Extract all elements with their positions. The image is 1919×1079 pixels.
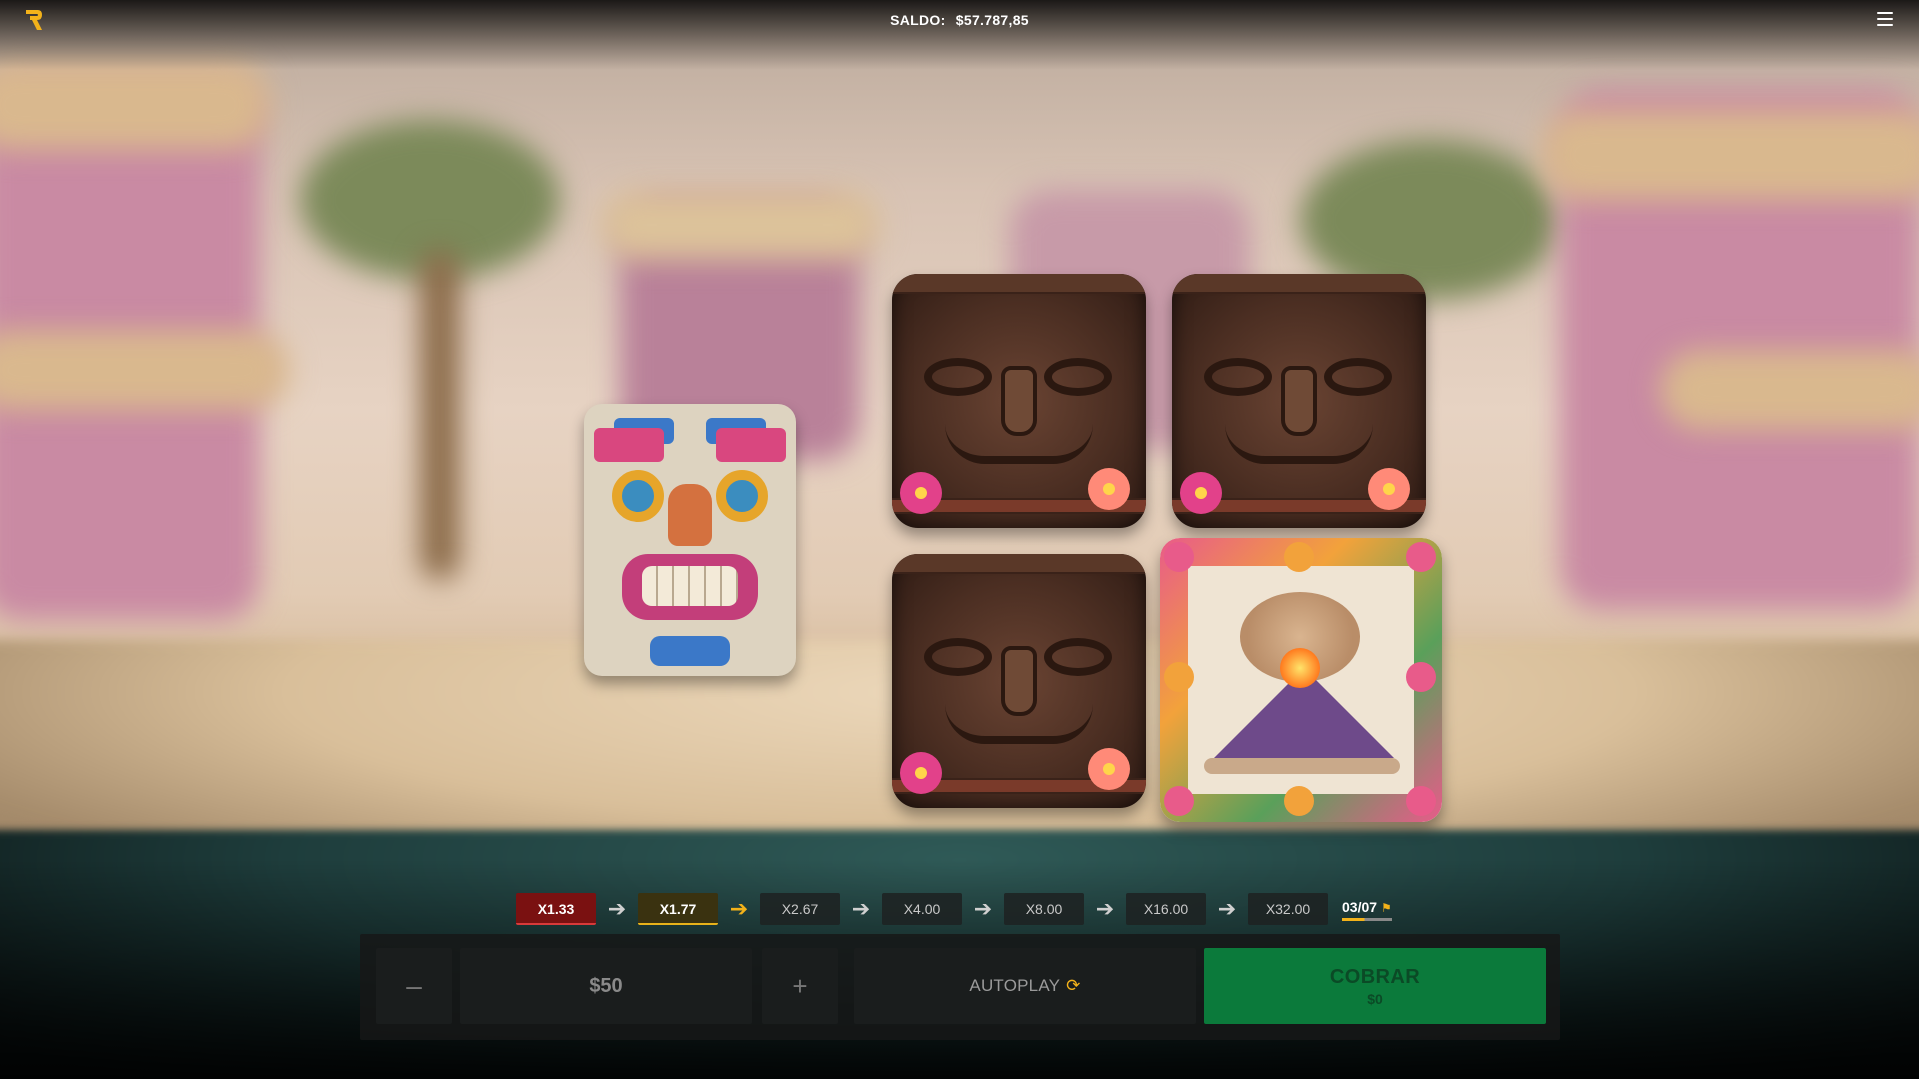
- level-progress: 03/07 ⚑: [1342, 899, 1392, 921]
- multiplier-ladder: X1.33 ➔ X1.77 ➔ X2.67 ➔ X4.00 ➔ X8.00 ➔ …: [516, 892, 1392, 926]
- arrow-right-icon: ➔: [607, 896, 627, 921]
- barrel-rim-top: [1172, 274, 1426, 294]
- hibiscus-flower-icon: [1368, 468, 1410, 510]
- barrel-mouth: [1225, 424, 1373, 464]
- tile-barrel-2[interactable]: [1172, 274, 1426, 528]
- arrow-right-icon: ➔: [973, 896, 993, 921]
- finish-flag-icon: ⚑: [1381, 901, 1392, 915]
- multiplier-step-6: X16.00: [1126, 893, 1206, 925]
- barrel-eye-left: [924, 638, 992, 676]
- barrel-mouth: [945, 424, 1093, 464]
- hibiscus-flower-icon: [1180, 472, 1222, 514]
- balance-label: SALDO:: [890, 12, 946, 28]
- volcano-base: [1204, 758, 1400, 774]
- barrel-rim-top: [892, 554, 1146, 574]
- hut-roof-left: [0, 60, 270, 150]
- balance-display: SALDO: $57.787,85: [0, 12, 1919, 28]
- multiplier-step-5: X8.00: [1004, 893, 1084, 925]
- tiki-brow-left: [594, 428, 664, 462]
- cashout-label: COBRAR: [1329, 965, 1421, 988]
- multiplier-step-7: X32.00: [1248, 893, 1328, 925]
- daisy-flower-icon: [1164, 542, 1194, 572]
- barrel-eye-right: [1044, 358, 1112, 396]
- hibiscus-flower-icon: [900, 752, 942, 794]
- tiki-teeth: [642, 566, 738, 606]
- hut-roof-right: [1540, 110, 1919, 200]
- barrel-mouth: [945, 704, 1093, 744]
- hibiscus-flower-icon: [1088, 468, 1130, 510]
- tiki-chin: [650, 636, 730, 666]
- multiplier-step-1: X1.33: [516, 893, 596, 925]
- daisy-flower-icon: [1406, 662, 1436, 692]
- arrow-right-icon: ➔: [851, 896, 871, 921]
- barrel-eye-left: [1204, 358, 1272, 396]
- volcano-fire: [1280, 648, 1320, 688]
- hut-roof-right-2: [1660, 350, 1919, 430]
- barrel-rim-top: [892, 274, 1146, 294]
- cashout-value: $0: [1367, 990, 1383, 1007]
- multiplier-step-2: X1.77: [638, 893, 718, 925]
- decrease-bet-button[interactable]: –: [376, 948, 452, 1024]
- tiki-eye-left: [612, 470, 664, 522]
- autoplay-label: AUTOPLAY: [969, 976, 1061, 995]
- daisy-flower-icon: [1284, 786, 1314, 816]
- barrel-eye-left: [924, 358, 992, 396]
- bet-amount-display: $50: [460, 948, 752, 1024]
- arrow-right-icon: ➔: [1217, 896, 1237, 921]
- tile-volcano[interactable]: [1160, 538, 1442, 822]
- cashout-button[interactable]: COBRAR $0: [1204, 948, 1546, 1024]
- autoplay-button[interactable]: AUTOPLAY ⟳: [854, 948, 1196, 1024]
- balance-value: $57.787,85: [955, 12, 1029, 28]
- bet-controls-panel: – $50 + AUTOPLAY ⟳ COBRAR $0: [360, 934, 1560, 1040]
- hamburger-menu-icon[interactable]: [1877, 12, 1893, 26]
- arrow-right-icon: ➔: [1095, 896, 1115, 921]
- hut-roof-center: [600, 190, 880, 260]
- tile-tiki-mask[interactable]: [584, 404, 796, 676]
- sync-icon: ⟳: [1066, 976, 1081, 995]
- daisy-flower-icon: [1406, 786, 1436, 816]
- tiki-nose: [668, 484, 712, 546]
- hut-roof-left-2: [0, 330, 290, 410]
- barrel-eye-right: [1044, 638, 1112, 676]
- multiplier-step-3: X2.67: [760, 893, 840, 925]
- hibiscus-flower-icon: [900, 472, 942, 514]
- tiki-brow-right: [716, 428, 786, 462]
- palm-trunk-left: [420, 250, 460, 580]
- increase-bet-button[interactable]: +: [762, 948, 838, 1024]
- barrel-eye-right: [1324, 358, 1392, 396]
- daisy-flower-icon: [1164, 786, 1194, 816]
- daisy-flower-icon: [1406, 542, 1436, 572]
- daisy-flower-icon: [1284, 542, 1314, 572]
- level-progress-value: 03/07: [1342, 899, 1378, 915]
- tile-barrel-3[interactable]: [892, 554, 1146, 808]
- arrow-right-icon: ➔: [729, 896, 749, 921]
- multiplier-step-4: X4.00: [882, 893, 962, 925]
- tiki-eye-right: [716, 470, 768, 522]
- top-bar: SALDO: $57.787,85: [0, 0, 1919, 40]
- hibiscus-flower-icon: [1088, 748, 1130, 790]
- tile-barrel-1[interactable]: [892, 274, 1146, 528]
- daisy-flower-icon: [1164, 662, 1194, 692]
